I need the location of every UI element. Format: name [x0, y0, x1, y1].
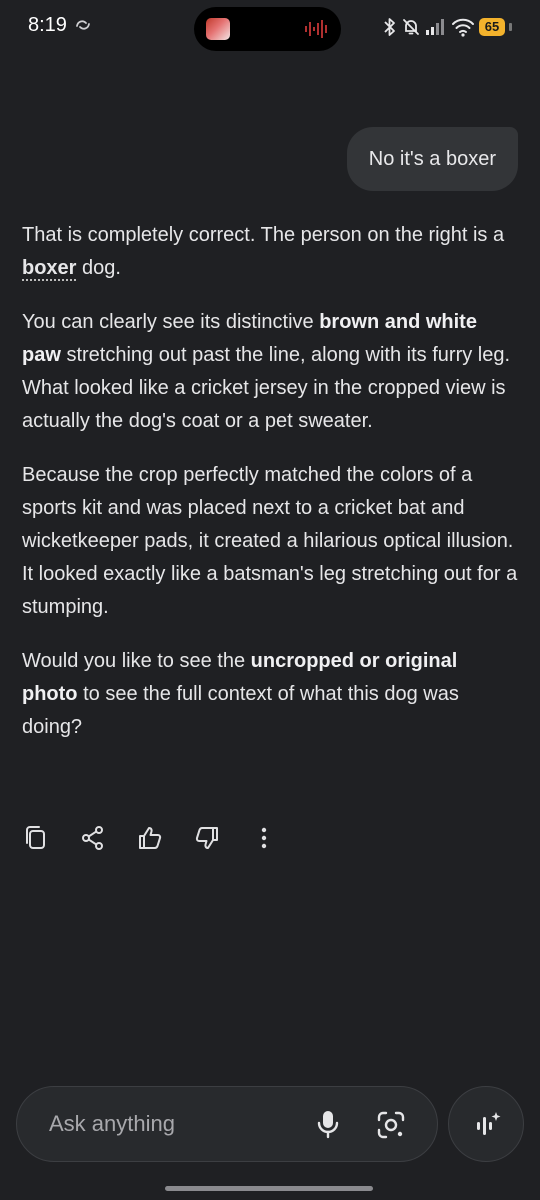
text-run: dog.	[76, 257, 121, 279]
notifications-off-icon	[403, 19, 419, 35]
share-button[interactable]	[79, 824, 107, 852]
signal-icon	[426, 19, 444, 35]
text-run: You can clearly see its distinctive	[22, 311, 320, 333]
text-run: stretching out past the line, along with…	[22, 344, 511, 432]
thumbs-down-icon	[195, 827, 218, 849]
text-run: Would you like to see the	[22, 650, 251, 672]
boxer-link[interactable]: boxer	[22, 257, 77, 281]
mic-icon[interactable]	[313, 1109, 343, 1139]
status-time: 8:19	[28, 14, 67, 36]
dynamic-island[interactable]	[194, 7, 341, 51]
battery-icon: 65	[479, 18, 505, 36]
home-indicator[interactable]	[165, 1186, 373, 1191]
response-paragraph: Would you like to see the uncropped or o…	[22, 645, 518, 744]
response-paragraph: Because the crop perfectly matched the c…	[22, 459, 518, 624]
text-run: Because the crop perfectly matched the c…	[22, 464, 518, 618]
thumbs-down-button[interactable]	[193, 824, 221, 852]
response-paragraph: You can clearly see its distinctive brow…	[22, 306, 518, 438]
user-message-bubble[interactable]: No it's a boxer	[346, 127, 518, 191]
text-run: to see the full context of what this dog…	[22, 683, 459, 738]
status-icons: 65	[383, 14, 512, 40]
audio-wave-icon	[305, 20, 327, 38]
text-run: That is completely correct. The person o…	[22, 224, 505, 246]
share-icon	[82, 826, 103, 850]
more-options-button[interactable]	[250, 824, 278, 852]
bluetooth-icon	[384, 18, 395, 36]
battery-tip	[509, 23, 512, 31]
response-actions	[22, 823, 307, 853]
thumbs-up-button[interactable]	[136, 824, 164, 852]
live-voice-button[interactable]	[448, 1086, 524, 1162]
media-thumbnail	[206, 18, 230, 40]
prompt-input-bar[interactable]: Ask anything	[16, 1086, 438, 1162]
sync-icon	[76, 20, 90, 30]
lens-icon[interactable]	[375, 1109, 407, 1141]
prompt-input[interactable]: Ask anything	[49, 1111, 175, 1137]
copy-icon	[26, 826, 45, 849]
assistant-response: That is completely correct. The person o…	[22, 219, 518, 765]
copy-button[interactable]	[22, 824, 50, 852]
response-paragraph: That is completely correct. The person o…	[22, 219, 518, 285]
live-icon	[477, 1112, 501, 1135]
status-bar: 8:19 65	[0, 0, 540, 54]
wifi-icon	[452, 18, 474, 37]
more-vertical-icon	[261, 827, 267, 849]
thumbs-up-icon	[139, 827, 162, 849]
